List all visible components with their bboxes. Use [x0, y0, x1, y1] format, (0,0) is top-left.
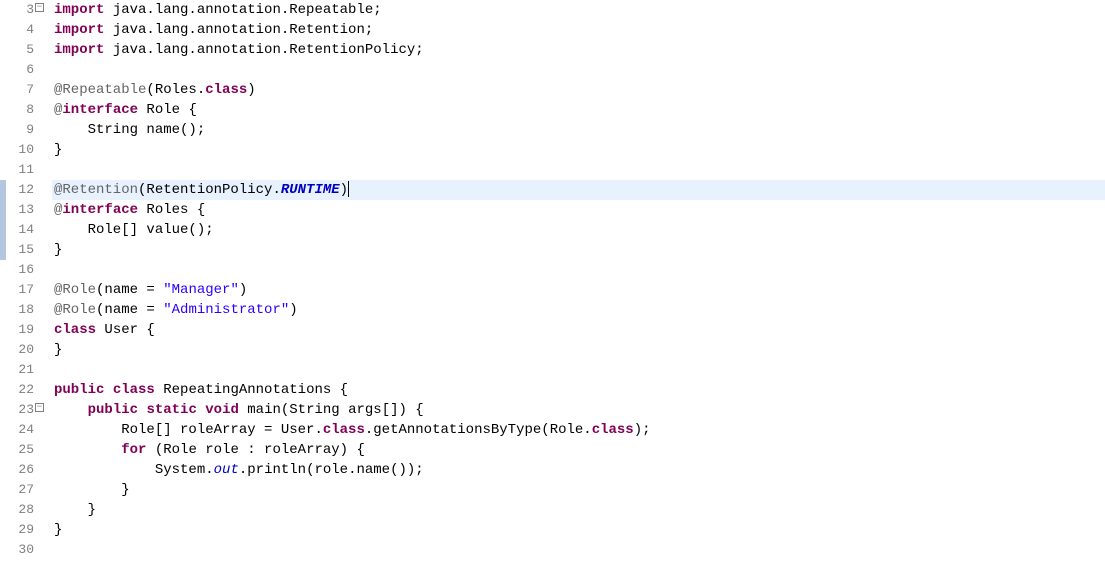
code-line[interactable]: @Repeatable(Roles.class) — [52, 80, 1105, 100]
code-line[interactable]: @Role(name = "Manager") — [52, 280, 1105, 300]
code-line[interactable]: import java.lang.annotation.RetentionPol… — [52, 40, 1105, 60]
code-line[interactable]: String name(); — [52, 120, 1105, 140]
code-line[interactable]: @interface Roles { — [52, 200, 1105, 220]
code-area[interactable]: import java.lang.annotation.Repeatable;i… — [52, 0, 1105, 568]
code-line[interactable]: public static void main(String args[]) { — [52, 400, 1105, 420]
code-line[interactable] — [52, 60, 1105, 80]
line-number: 4 — [6, 20, 34, 40]
line-number: 19 — [6, 320, 34, 340]
line-number: 11 — [6, 160, 34, 180]
code-line[interactable]: } — [52, 500, 1105, 520]
code-editor[interactable]: 3−4567891011121314151617181920212223−242… — [0, 0, 1105, 568]
line-number: 24 — [6, 420, 34, 440]
code-line[interactable]: @Role(name = "Administrator") — [52, 300, 1105, 320]
line-number: 26 — [6, 460, 34, 480]
code-line[interactable]: import java.lang.annotation.Retention; — [52, 20, 1105, 40]
line-number-gutter: 3−4567891011121314151617181920212223−242… — [6, 0, 38, 568]
code-line[interactable]: @interface Role { — [52, 100, 1105, 120]
code-line[interactable] — [52, 260, 1105, 280]
text-caret — [348, 181, 349, 197]
code-line[interactable]: public class RepeatingAnnotations { — [52, 380, 1105, 400]
line-number: 23− — [6, 400, 34, 420]
code-line[interactable]: Role[] roleArray = User.class.getAnnotat… — [52, 420, 1105, 440]
line-number: 21 — [6, 360, 34, 380]
line-number: 3− — [6, 0, 34, 20]
line-number: 25 — [6, 440, 34, 460]
fold-column — [38, 0, 52, 568]
line-number: 22 — [6, 380, 34, 400]
code-line[interactable] — [52, 360, 1105, 380]
code-line[interactable]: import java.lang.annotation.Repeatable; — [52, 0, 1105, 20]
line-number: 20 — [6, 340, 34, 360]
line-number: 16 — [6, 260, 34, 280]
line-number: 17 — [6, 280, 34, 300]
code-line[interactable]: class User { — [52, 320, 1105, 340]
code-line[interactable]: } — [52, 340, 1105, 360]
code-line[interactable] — [52, 540, 1105, 560]
line-number: 13 — [6, 200, 34, 220]
line-number: 8 — [6, 100, 34, 120]
fold-toggle-icon[interactable]: − — [35, 403, 44, 412]
line-number: 7 — [6, 80, 34, 100]
line-number: 10 — [6, 140, 34, 160]
line-number: 15 — [6, 240, 34, 260]
code-line[interactable]: } — [52, 240, 1105, 260]
code-line[interactable]: } — [52, 520, 1105, 540]
code-line[interactable]: @Retention(RetentionPolicy.RUNTIME) — [52, 180, 1105, 200]
line-number: 18 — [6, 300, 34, 320]
line-number: 29 — [6, 520, 34, 540]
fold-toggle-icon[interactable]: − — [35, 3, 44, 12]
line-number: 9 — [6, 120, 34, 140]
line-number: 6 — [6, 60, 34, 80]
line-number: 14 — [6, 220, 34, 240]
line-number: 27 — [6, 480, 34, 500]
code-line[interactable]: Role[] value(); — [52, 220, 1105, 240]
line-number: 30 — [6, 540, 34, 560]
line-number: 5 — [6, 40, 34, 60]
code-line[interactable]: System.out.println(role.name()); — [52, 460, 1105, 480]
line-number: 28 — [6, 500, 34, 520]
line-number: 12 — [6, 180, 34, 200]
code-line[interactable]: for (Role role : roleArray) { — [52, 440, 1105, 460]
code-line[interactable] — [52, 160, 1105, 180]
code-line[interactable]: } — [52, 480, 1105, 500]
code-line[interactable]: } — [52, 140, 1105, 160]
